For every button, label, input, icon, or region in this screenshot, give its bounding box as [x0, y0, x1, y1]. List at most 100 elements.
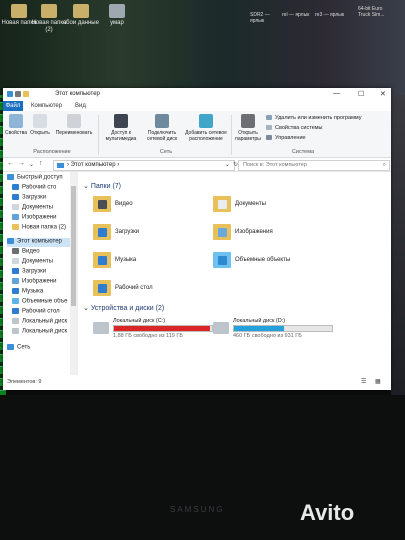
nav-scrollbar[interactable]	[70, 172, 77, 375]
desktop-shortcut[interactable]: rel — ярлык	[282, 12, 312, 18]
drive-d[interactable]: Локальный диск (D:) 460 ГБ свободно из 9…	[213, 318, 333, 348]
breadcrumb[interactable]: › Этот компьютер ›	[53, 160, 235, 171]
scrollbar-thumb[interactable]	[71, 186, 76, 306]
button-label: Переименовать	[55, 130, 93, 136]
path-dropdown-button[interactable]: ⌄	[225, 161, 230, 168]
navigation-pane: Быстрый доступ Рабочий сто Загрузки Доку…	[3, 172, 78, 375]
desktop-icon	[12, 308, 19, 314]
group-system: Система	[291, 149, 315, 155]
nav-this-pc[interactable]: Этот компьютер	[7, 238, 75, 247]
button-label: Открыть	[30, 130, 50, 136]
search-input[interactable]	[239, 161, 377, 169]
back-button[interactable]: ←	[7, 160, 14, 167]
nav-label: Изображени	[22, 278, 57, 285]
drive-icon	[213, 322, 229, 334]
nav-network[interactable]: Сеть	[7, 344, 75, 353]
folder-pictures[interactable]: Изображения	[213, 224, 323, 246]
nav-label: Документы	[22, 204, 53, 211]
close-button[interactable]: ✕	[380, 90, 386, 98]
recent-locations-button[interactable]: ⌄	[29, 161, 34, 168]
rename-button[interactable]: Переименовать	[53, 114, 95, 136]
forward-button[interactable]: →	[18, 160, 25, 167]
nav-label: Сеть	[17, 344, 31, 351]
downloads-folder-icon	[93, 224, 111, 240]
manage-link[interactable]: Управление	[266, 135, 306, 141]
link-label: Управление	[275, 135, 306, 141]
desktop: Новая папка Новая папка (2) сбои данные …	[0, 0, 405, 95]
system-properties-link[interactable]: Свойства системы	[266, 125, 323, 131]
folder-label: Музыка	[115, 257, 137, 263]
search-box[interactable]: ⌕	[238, 160, 390, 171]
nav-label: Рабочий сто	[22, 184, 57, 191]
file-tab[interactable]: Файл	[3, 101, 23, 111]
button-label: Открыть параметры	[235, 130, 261, 142]
devices-section-header[interactable]: ⌄ Устройства и диски (2)	[83, 304, 164, 312]
nav-label: Документы	[22, 258, 53, 265]
properties-button[interactable]: Свойства	[5, 114, 27, 136]
network-drive-icon	[155, 114, 169, 128]
nav-label: Локальный диск	[22, 328, 68, 335]
folders-section-header[interactable]: ⌄ Папки (7)	[83, 182, 121, 190]
desktop-shortcut[interactable]: SDR2 — ярлык	[250, 12, 280, 24]
drive-c[interactable]: Локальный диск (C:) 1,88 ГБ свободно из …	[93, 318, 213, 348]
drive-usage-fill	[234, 326, 284, 331]
folder-label: Документы	[235, 201, 266, 207]
up-button[interactable]: ↑	[39, 160, 43, 167]
desktop-icon-data[interactable]: сбои данные	[62, 4, 100, 27]
folder-videos[interactable]: Видео	[93, 196, 203, 218]
open-settings-button[interactable]: Открыть параметры	[233, 114, 263, 142]
properties-icon[interactable]	[15, 91, 21, 97]
folder-music[interactable]: Музыка	[93, 252, 203, 274]
rename-icon	[67, 114, 81, 128]
open-button[interactable]: Открыть	[29, 114, 51, 136]
divider	[98, 115, 99, 155]
tab-computer[interactable]: Компьютер	[31, 103, 62, 109]
document-icon	[12, 204, 19, 210]
group-network: Сеть	[159, 149, 173, 155]
drive-free-space: 460 ГБ свободно из 931 ГБ	[233, 333, 302, 339]
desktop-icon-umar[interactable]: умар	[98, 4, 136, 27]
nav-label: Музыка	[22, 288, 44, 295]
cube-icon	[213, 252, 231, 268]
uninstall-program-link[interactable]: Удалить или изменить программу	[266, 115, 361, 121]
screen-edge	[391, 95, 405, 395]
pictures-icon	[12, 278, 19, 284]
folder-3d-objects[interactable]: Объемные объекты	[213, 252, 323, 274]
gear-icon	[241, 114, 255, 128]
media-icon	[114, 114, 128, 128]
status-bar: Элементов: 9 ☰ ▦	[3, 376, 391, 390]
computer-icon	[7, 238, 14, 244]
folder-documents[interactable]: Документы	[213, 196, 323, 218]
nav-quick-access[interactable]: Быстрый доступ	[7, 174, 75, 183]
nav-label: Изображени	[22, 214, 57, 221]
folder-downloads[interactable]: Загрузки	[93, 224, 203, 246]
computer-icon	[57, 163, 64, 168]
drive-usage-bar	[113, 325, 213, 332]
desktop-shortcut[interactable]: re3 — ярлык	[315, 12, 345, 18]
map-network-drive-button[interactable]: Подключить сетевой диск	[143, 114, 181, 142]
folder-icon	[73, 4, 89, 18]
details-view-icon[interactable]: ☰	[361, 378, 366, 385]
media-access-button[interactable]: Доступ к мультимедиа	[101, 114, 141, 142]
explorer-window: Этот компьютер — ☐ ✕ Файл Компьютер Вид …	[3, 88, 391, 390]
tab-view[interactable]: Вид	[75, 103, 86, 109]
new-folder-icon[interactable]	[23, 91, 29, 97]
nav-label: Локальный диск	[22, 318, 68, 325]
add-network-location-button[interactable]: Добавить сетевое расположение	[183, 114, 229, 142]
pc-icon	[7, 91, 13, 97]
maximize-button[interactable]: ☐	[358, 90, 364, 98]
drive-usage-bar	[233, 325, 333, 332]
folder-desktop[interactable]: Рабочий стол	[93, 280, 203, 302]
breadcrumb-path: › Этот компьютер ›	[67, 162, 120, 168]
desktop-icon-label: умар	[110, 20, 124, 26]
content-pane: ⌄ Папки (7) Видео Документы Загрузки Изо…	[79, 172, 389, 375]
windows-drive-icon	[93, 322, 109, 334]
folder-icon	[11, 4, 27, 18]
minimize-button[interactable]: —	[333, 90, 340, 97]
desktop-shortcut[interactable]: 64-bit Euro Truck Sim...	[358, 6, 394, 18]
pictures-icon	[12, 214, 19, 220]
video-folder-icon	[93, 196, 111, 212]
folder-icon	[41, 4, 57, 18]
monitor-brand: SAMSUNG	[170, 505, 225, 514]
tiles-view-icon[interactable]: ▦	[375, 378, 381, 385]
